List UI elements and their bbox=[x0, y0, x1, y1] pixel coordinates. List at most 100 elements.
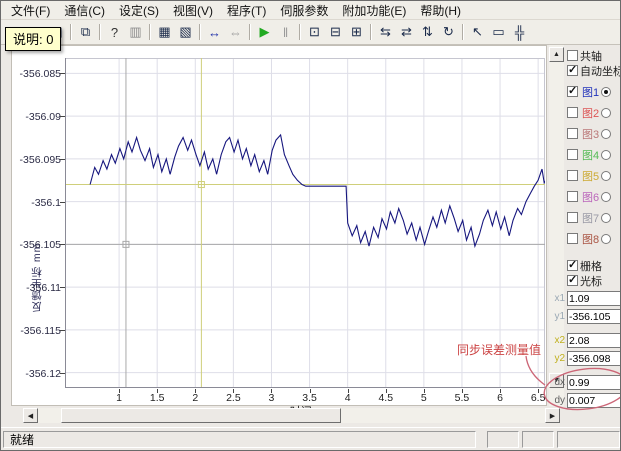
trace-radio-2[interactable] bbox=[601, 108, 611, 118]
sidebar: 共轴 自动坐标 图1图2图3图4图5图6图7图8 栅格 光标 x1y1x2y2d… bbox=[567, 45, 621, 405]
trace-checkbox-1[interactable] bbox=[567, 86, 578, 97]
field-label-y1: y1 bbox=[546, 311, 565, 322]
copy-icon[interactable]: ⧉ bbox=[75, 22, 96, 42]
expand-time-icon[interactable]: ↔ bbox=[204, 22, 225, 42]
x-tick-mark bbox=[386, 389, 387, 393]
trace-checkbox-7[interactable] bbox=[567, 212, 578, 223]
trace-label-6: 图6 bbox=[582, 189, 599, 205]
chart-window-icon[interactable]: ▦ bbox=[154, 22, 175, 42]
toolbar-separator bbox=[99, 24, 101, 40]
trace-checkbox-8[interactable] bbox=[567, 233, 578, 244]
field-row-y1: y1 bbox=[546, 309, 621, 324]
zoom-vertical-icon[interactable]: ⊞ bbox=[346, 22, 367, 42]
menu-program[interactable]: 程序(T) bbox=[220, 1, 273, 20]
play-icon[interactable]: ▶ bbox=[254, 22, 275, 42]
horizontal-scrollbar[interactable]: ◀ ▶ bbox=[23, 408, 560, 423]
chart-grid-icon[interactable]: ▧ bbox=[175, 22, 196, 42]
toolbar-separator bbox=[249, 24, 251, 40]
menu-servo-params[interactable]: 伺服参数 bbox=[273, 1, 335, 20]
x-tick-mark bbox=[119, 389, 120, 393]
field-label-x1: x1 bbox=[546, 293, 565, 304]
print-icon[interactable]: ▥ bbox=[125, 22, 146, 42]
trace-radio-6[interactable] bbox=[601, 192, 611, 202]
pause-icon[interactable]: ‖ bbox=[275, 22, 296, 42]
pan-icon[interactable]: ⇆ bbox=[375, 22, 396, 42]
field-row-x1: x1 bbox=[546, 291, 621, 306]
field-dy-input[interactable] bbox=[567, 393, 621, 408]
field-dx-input[interactable] bbox=[567, 375, 621, 390]
trace-radio-4[interactable] bbox=[601, 150, 611, 160]
menu-settings[interactable]: 设定(S) bbox=[112, 1, 166, 20]
cursor-label: 光标 bbox=[580, 273, 602, 289]
common-axis-checkbox[interactable] bbox=[567, 50, 578, 61]
trace-checkbox-5[interactable] bbox=[567, 170, 578, 181]
field-y2-input[interactable] bbox=[567, 351, 621, 366]
trace-label-2: 图2 bbox=[582, 105, 599, 121]
auto-scale-checkbox[interactable] bbox=[567, 65, 578, 76]
menu-comm[interactable]: 通信(C) bbox=[57, 1, 112, 20]
pointer-icon[interactable]: ↖ bbox=[467, 22, 488, 42]
field-row-dy: dy bbox=[546, 393, 621, 408]
menu-help[interactable]: 帮助(H) bbox=[413, 1, 468, 20]
common-axis-label: 共轴 bbox=[580, 48, 602, 64]
zoom-x-icon[interactable]: ⇄ bbox=[396, 22, 417, 42]
x-tick-mark bbox=[462, 389, 463, 393]
menu-extra-functions[interactable]: 附加功能(E) bbox=[335, 1, 413, 20]
plot-area[interactable] bbox=[65, 58, 545, 388]
trace-checkbox-2[interactable] bbox=[567, 107, 578, 118]
toolbar-separator bbox=[199, 24, 201, 40]
scroll-right-button[interactable]: ▶ bbox=[545, 408, 560, 423]
menu-file[interactable]: 文件(F) bbox=[4, 1, 57, 20]
trace-radio-1[interactable] bbox=[601, 87, 611, 97]
grid-checkbox[interactable] bbox=[567, 260, 578, 271]
trace-row-3: 图3 bbox=[567, 126, 621, 141]
x-tick-mark bbox=[538, 389, 539, 393]
field-row-dx: dx bbox=[546, 375, 621, 390]
plot-frame bbox=[66, 59, 545, 388]
scroll-up-button[interactable]: ▲ bbox=[549, 47, 564, 62]
select-rect-icon[interactable]: ▭ bbox=[488, 22, 509, 42]
trace-checkbox-3[interactable] bbox=[567, 128, 578, 139]
x-tick-mark bbox=[271, 389, 272, 393]
zoom-y-icon[interactable]: ⇅ bbox=[417, 22, 438, 42]
tooltip: 说明: 0 bbox=[5, 27, 61, 51]
auto-scale-label: 自动坐标 bbox=[580, 63, 621, 79]
y-tick-label: -356.11 bbox=[12, 282, 61, 294]
cursor-row: 光标 bbox=[567, 273, 621, 288]
shrink-time-icon[interactable]: ⇔ bbox=[225, 22, 246, 42]
x-tick-mark bbox=[348, 389, 349, 393]
scrollbar-thumb[interactable] bbox=[61, 408, 341, 423]
trace-radio-8[interactable] bbox=[601, 234, 611, 244]
trace-radio-5[interactable] bbox=[601, 171, 611, 181]
trace-label-8: 图8 bbox=[582, 231, 599, 247]
y-tick-label: -356.1 bbox=[12, 197, 61, 209]
menu-view[interactable]: 视图(V) bbox=[166, 1, 220, 20]
trace-checkbox-4[interactable] bbox=[567, 149, 578, 160]
app-window: 文件(F)通信(C)设定(S)视图(V)程序(T)伺服参数附加功能(E)帮助(H… bbox=[0, 0, 621, 451]
trace-radio-3[interactable] bbox=[601, 129, 611, 139]
status-cell-2 bbox=[522, 431, 554, 448]
y-tick-label: -356.105 bbox=[12, 239, 61, 251]
cursor-fields: x1 y1 x2 y2 dx dy bbox=[546, 291, 621, 408]
move-icon[interactable]: ╬ bbox=[509, 22, 530, 42]
scroll-left-button[interactable]: ◀ bbox=[23, 408, 38, 423]
zoom-reset-icon[interactable]: ↻ bbox=[438, 22, 459, 42]
field-x1-input[interactable] bbox=[567, 291, 621, 306]
toolbar-separator bbox=[370, 24, 372, 40]
x-tick-mark bbox=[500, 389, 501, 393]
status-cell-1 bbox=[487, 431, 519, 448]
y-tick-label: -356.12 bbox=[12, 368, 61, 380]
zoom-window-icon[interactable]: ⊡ bbox=[304, 22, 325, 42]
cursor-checkbox[interactable] bbox=[567, 275, 578, 286]
toolbar: ▯▱▣⧉?▥▦▧↔⇔▶‖⊡⊟⊞⇆⇄⇅↻↖▭╬ bbox=[1, 20, 620, 45]
zoom-horizontal-icon[interactable]: ⊟ bbox=[325, 22, 346, 42]
field-row-x2: x2 bbox=[546, 333, 621, 348]
x-tick-mark bbox=[424, 389, 425, 393]
field-x2-input[interactable] bbox=[567, 333, 621, 348]
field-y1-input[interactable] bbox=[567, 309, 621, 324]
trace-radio-7[interactable] bbox=[601, 213, 611, 223]
help-icon[interactable]: ? bbox=[104, 22, 125, 42]
y-tick-label: -356.115 bbox=[12, 325, 61, 337]
trace-checkbox-6[interactable] bbox=[567, 191, 578, 202]
field-row-y2: y2 bbox=[546, 351, 621, 366]
